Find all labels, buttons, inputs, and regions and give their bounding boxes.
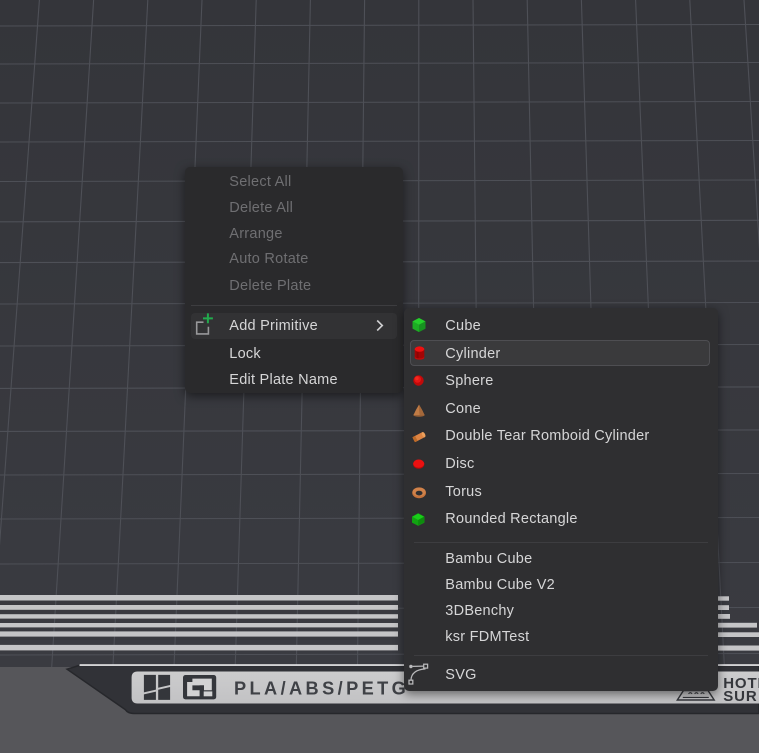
svg-text:SUR: SUR	[723, 688, 757, 705]
svg-text:PLA/ABS/PETG: PLA/ABS/PETG	[234, 679, 409, 699]
